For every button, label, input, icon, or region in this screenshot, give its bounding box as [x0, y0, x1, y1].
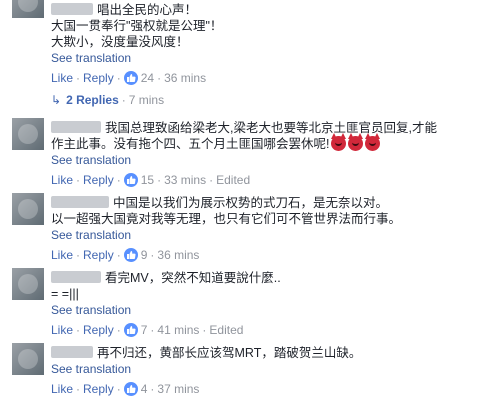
devil-emoji-icon [365, 133, 381, 151]
like-count[interactable]: 4 [141, 382, 148, 396]
commenter-name[interactable] [51, 3, 93, 15]
like-button[interactable]: Like [51, 323, 73, 337]
commenter-name[interactable] [51, 196, 109, 208]
avatar[interactable] [12, 343, 44, 375]
like-button[interactable]: Like [51, 71, 73, 85]
edited-label[interactable]: Edited [216, 173, 250, 187]
devil-emoji-icon [331, 133, 347, 151]
comment-feed: 唱出全民的心声！ 大国一贯奉行"强权就是公理"！ 大欺小，没度量没风度！ See… [0, 0, 493, 405]
avatar[interactable] [12, 268, 44, 300]
comment-actions: Like · Reply · 4 · 37 mins [51, 382, 200, 396]
like-button[interactable]: Like [51, 382, 73, 396]
see-translation-link[interactable]: See translation [51, 227, 485, 243]
comment-text: 看完MV，突然不知道要說什麼.. [105, 271, 281, 285]
like-count[interactable]: 15 [141, 173, 154, 187]
reply-button[interactable]: Reply [83, 382, 114, 396]
comment-actions: Like · Reply · 9 · 36 mins [51, 248, 200, 262]
timestamp[interactable]: 33 mins [164, 173, 206, 187]
comment-actions: Like · Reply · 15 · 33 mins · Edited [51, 173, 251, 187]
comment-text: 作主此事。没有拖个四、五个月土匪国哪会罢休呢! [51, 137, 330, 151]
like-count[interactable]: 24 [141, 71, 154, 85]
reply-button[interactable]: Reply [83, 173, 114, 187]
see-translation-link[interactable]: See translation [51, 361, 485, 377]
like-thumb-icon [123, 382, 138, 396]
timestamp[interactable]: 37 mins [157, 382, 199, 396]
comment-text: 唱出全民的心声！ [97, 3, 198, 17]
reply-button[interactable]: Reply [83, 323, 114, 337]
replies-timestamp: 7 mins [128, 93, 165, 107]
devil-emoji-icon [348, 133, 364, 151]
comment-actions: Like · Reply · 24 · 36 mins [51, 71, 207, 85]
commenter-name[interactable] [51, 121, 101, 133]
avatar[interactable] [12, 0, 44, 18]
reply-arrow-icon: ↳ [51, 93, 62, 107]
like-thumb-icon [123, 173, 138, 187]
comment-text: 中国是以我们为展示权势的式刀石，是无奈以对。 [113, 196, 389, 210]
commenter-name[interactable] [51, 271, 101, 283]
like-button[interactable]: Like [51, 173, 73, 187]
comment-text: 再不归还，黄部长应该驾MRT，踏破贺兰山缺。 [97, 346, 362, 360]
timestamp[interactable]: 36 mins [164, 71, 206, 85]
comment-text: 我国总理致函给梁老大,梁老大也要等北京土匪官员回复,才能 [105, 121, 437, 135]
see-translation-link[interactable]: See translation [51, 302, 485, 318]
comment-text: 以一超强大国竟对我等无理，也只有它们可不管世界法而行事。 [51, 212, 402, 226]
like-thumb-icon [123, 248, 138, 262]
timestamp[interactable]: 36 mins [157, 248, 199, 262]
replies-link[interactable]: 2 Replies [66, 93, 119, 107]
like-count[interactable]: 7 [141, 323, 148, 337]
like-thumb-icon [123, 323, 138, 337]
like-button[interactable]: Like [51, 248, 73, 262]
edited-label[interactable]: Edited [209, 323, 243, 337]
commenter-name[interactable] [51, 346, 93, 358]
comment-actions: Like · Reply · 7 · 41 mins · Edited [51, 323, 244, 337]
see-translation-link[interactable]: See translation [51, 152, 485, 168]
avatar[interactable] [12, 193, 44, 225]
comment-text: 大欺小，没度量没风度！ [51, 35, 189, 49]
like-thumb-icon [123, 71, 138, 85]
comment-text: 大国一贯奉行"强权就是公理"！ [51, 19, 223, 33]
reply-button[interactable]: Reply [83, 248, 114, 262]
timestamp[interactable]: 41 mins [157, 323, 199, 337]
comment-text: = =||| [51, 287, 79, 301]
like-count[interactable]: 9 [141, 248, 148, 262]
view-replies[interactable]: ↳ 2 Replies · 7 mins [51, 92, 164, 108]
see-translation-link[interactable]: See translation [51, 50, 485, 66]
avatar[interactable] [12, 118, 44, 150]
reply-button[interactable]: Reply [83, 71, 114, 85]
